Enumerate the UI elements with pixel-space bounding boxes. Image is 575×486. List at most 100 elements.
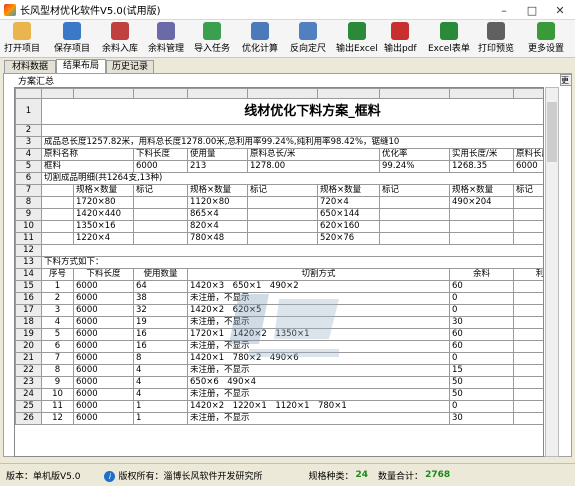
table-cell[interactable]: 6000 <box>73 364 134 377</box>
table-cell[interactable]: 4 <box>41 316 74 329</box>
table-cell[interactable]: 规格×数量 <box>449 184 514 197</box>
table-cell[interactable]: 1420×440 <box>73 208 134 221</box>
column-header[interactable] <box>187 88 248 99</box>
table-cell[interactable]: 标记 <box>247 184 318 197</box>
table-cell[interactable]: 1720×80 <box>73 196 134 209</box>
table-cell[interactable]: 32 <box>133 304 188 317</box>
row-number[interactable]: 16 <box>15 292 42 305</box>
table-cell[interactable] <box>247 196 318 209</box>
row-number[interactable]: 7 <box>15 184 42 197</box>
table-cell[interactable] <box>513 208 543 221</box>
table-cell[interactable]: 未注册，不显示 <box>187 364 450 377</box>
table-cell[interactable] <box>41 220 74 233</box>
table-cell[interactable]: 50 <box>449 388 514 401</box>
table-cell[interactable]: 3 <box>41 304 74 317</box>
table-cell[interactable]: 5 <box>41 328 74 341</box>
table-cell[interactable] <box>513 232 543 245</box>
table-cell[interactable]: 2 <box>41 292 74 305</box>
table-cell[interactable]: 原料名称 <box>41 148 134 161</box>
table-cell[interactable]: 标记 <box>513 184 543 197</box>
toolbar-button-4[interactable]: 导入任务 <box>194 22 230 56</box>
row-number[interactable]: 2 <box>15 124 42 137</box>
table-cell[interactable] <box>379 220 450 233</box>
table-cell[interactable] <box>41 208 74 221</box>
table-cell[interactable]: 16 <box>133 340 188 353</box>
table-cell[interactable]: 6000 <box>73 340 134 353</box>
table-cell[interactable]: 1 <box>41 280 74 293</box>
table-cell[interactable]: 原料长度 <box>513 148 543 161</box>
table-cell[interactable]: 7 <box>41 352 74 365</box>
table-cell[interactable]: 11 <box>41 400 74 413</box>
toolbar-button-3[interactable]: 余料管理 <box>148 22 184 56</box>
table-cell[interactable]: 6000 <box>73 292 134 305</box>
table-cell[interactable]: 1420×1 780×2 490×6 <box>187 352 450 365</box>
column-header[interactable] <box>449 88 514 99</box>
row-number[interactable]: 24 <box>15 388 42 401</box>
table-cell[interactable]: 6000 <box>73 316 134 329</box>
column-header[interactable] <box>247 88 318 99</box>
tab-2[interactable]: 历史记录 <box>106 60 154 73</box>
table-cell[interactable]: 6000 <box>73 412 134 425</box>
row-number[interactable]: 13 <box>15 256 42 269</box>
table-cell[interactable]: 下料长度 <box>73 268 134 281</box>
table-cell[interactable]: 100.00% <box>513 304 543 317</box>
table-cell[interactable] <box>379 232 450 245</box>
table-cell[interactable]: 序号 <box>41 268 74 281</box>
table-cell[interactable]: 切割成品明细(共1264支,13种) <box>41 172 543 185</box>
table-cell[interactable]: 99.75% <box>513 364 543 377</box>
row-number[interactable]: 17 <box>15 304 42 317</box>
row-number[interactable]: 11 <box>15 232 42 245</box>
row-number[interactable]: 5 <box>15 160 42 173</box>
table-cell[interactable]: 1420×3 650×1 490×2 <box>187 280 450 293</box>
table-cell[interactable]: 9 <box>41 376 74 389</box>
table-cell[interactable] <box>449 232 514 245</box>
table-cell[interactable] <box>41 124 543 137</box>
row-number[interactable]: 22 <box>15 364 42 377</box>
vertical-scrollbar[interactable] <box>545 87 559 457</box>
table-cell[interactable]: 1120×80 <box>187 196 248 209</box>
toolbar-button-8[interactable]: 输出pdf <box>384 22 417 56</box>
table-cell[interactable] <box>247 208 318 221</box>
table-cell[interactable]: 99.50% <box>513 316 543 329</box>
table-cell[interactable]: 下料长度 <box>133 148 188 161</box>
table-cell[interactable]: 实用长度/米 <box>449 148 514 161</box>
row-number[interactable]: 10 <box>15 220 42 233</box>
table-cell[interactable]: 成品总长度1257.82米，用料总长度1278.00米,总利用率99.24%,纯… <box>41 136 543 149</box>
toolbar-button-7[interactable]: 输出Excel <box>336 22 378 56</box>
table-cell[interactable]: 1278.00 <box>247 160 380 173</box>
table-cell[interactable]: 下料方式如下： <box>41 256 543 269</box>
column-header[interactable] <box>73 88 134 99</box>
table-cell[interactable] <box>133 220 188 233</box>
table-cell[interactable]: 38 <box>133 292 188 305</box>
tab-0[interactable]: 材料数据 <box>4 60 56 73</box>
table-cell[interactable]: 线材优化下料方案_框料 <box>41 98 543 125</box>
table-cell[interactable] <box>379 208 450 221</box>
table-cell[interactable]: 6000 <box>73 388 134 401</box>
table-cell[interactable]: 0 <box>449 292 514 305</box>
tab-1[interactable]: 结果布局 <box>56 59 106 73</box>
table-cell[interactable]: 未注册，不显示 <box>187 316 450 329</box>
table-cell[interactable]: 原料总长/米 <box>247 148 380 161</box>
table-cell[interactable]: 6000 <box>133 160 188 173</box>
table-cell[interactable]: 使用数量 <box>133 268 188 281</box>
table-cell[interactable]: 4 <box>133 388 188 401</box>
table-cell[interactable]: 6 <box>41 340 74 353</box>
table-cell[interactable]: 框料 <box>41 160 134 173</box>
table-cell[interactable]: 利用率 <box>513 268 543 281</box>
table-cell[interactable]: 99.17% <box>513 388 543 401</box>
column-header[interactable] <box>317 88 380 99</box>
table-cell[interactable] <box>133 208 188 221</box>
row-number[interactable]: 19 <box>15 328 42 341</box>
table-cell[interactable]: 1420×2 620×5 <box>187 304 450 317</box>
table-cell[interactable]: 0 <box>449 304 514 317</box>
table-cell[interactable]: 切割方式 <box>187 268 450 281</box>
table-cell[interactable] <box>449 208 514 221</box>
table-cell[interactable]: 6000 <box>73 328 134 341</box>
table-cell[interactable]: 650×6 490×4 <box>187 376 450 389</box>
table-cell[interactable]: 0 <box>449 400 514 413</box>
table-cell[interactable]: 标记 <box>379 184 450 197</box>
table-cell[interactable]: 8 <box>133 352 188 365</box>
row-number[interactable]: 8 <box>15 196 42 209</box>
table-cell[interactable]: 规格×数量 <box>73 184 134 197</box>
table-cell[interactable]: 0 <box>449 352 514 365</box>
